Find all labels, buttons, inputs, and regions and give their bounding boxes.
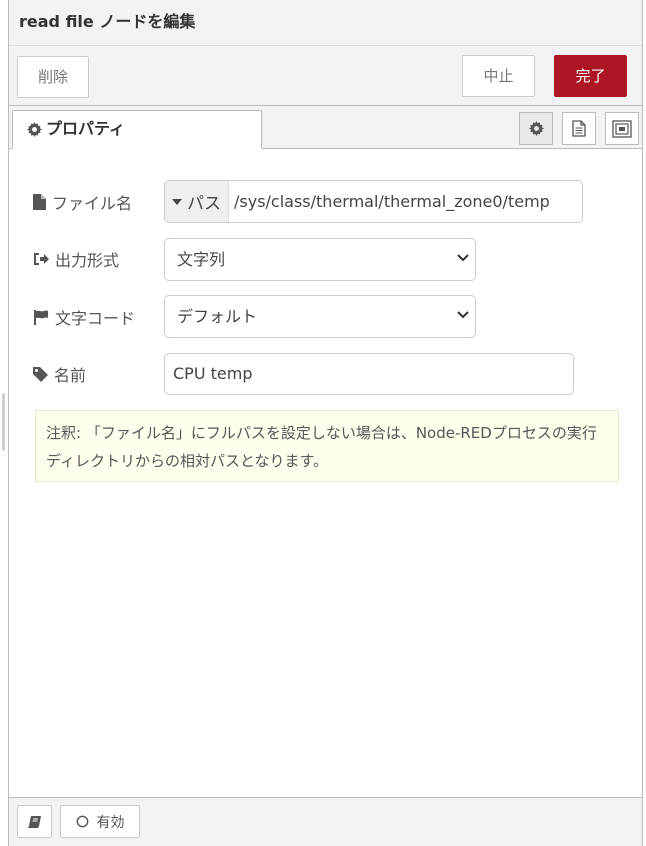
appearance-icon xyxy=(612,119,632,138)
tab-bar: プロパティ xyxy=(9,106,642,149)
tab-properties-label: プロパティ xyxy=(46,119,126,138)
file-icon xyxy=(33,194,46,210)
filename-label: ファイル名 xyxy=(33,190,132,214)
gear-icon xyxy=(27,122,42,137)
edit-tray: read file ノードを編集 削除 中止 完了 プロパティ ファイル名 パス… xyxy=(8,0,643,846)
cancel-button[interactable]: 中止 xyxy=(462,55,535,97)
description-icon xyxy=(572,120,586,137)
encoding-select[interactable]: デフォルト xyxy=(164,295,476,338)
filename-field: パス /sys/class/thermal/thermal_zone0/temp xyxy=(164,180,583,223)
properties-tab-button[interactable] xyxy=(519,112,553,145)
filename-input[interactable]: /sys/class/thermal/thermal_zone0/temp xyxy=(234,181,550,222)
delete-button[interactable]: 削除 xyxy=(17,56,89,98)
resize-handle[interactable] xyxy=(2,393,5,451)
done-button[interactable]: 完了 xyxy=(554,55,627,97)
chevron-down-icon xyxy=(457,254,469,262)
appearance-tab-button[interactable] xyxy=(605,112,639,145)
description-tab-button[interactable] xyxy=(562,112,596,145)
tab-properties[interactable]: プロパティ xyxy=(12,110,262,149)
name-label: 名前 xyxy=(33,362,86,386)
dialog-footer: 有効 xyxy=(9,797,642,846)
name-input[interactable]: CPU temp xyxy=(164,353,574,395)
flag-icon xyxy=(34,309,48,325)
help-button[interactable] xyxy=(17,805,52,838)
gear-icon xyxy=(528,121,544,136)
book-icon xyxy=(27,815,41,828)
enabled-toggle[interactable]: 有効 xyxy=(60,805,140,838)
format-label: 出力形式 xyxy=(33,247,119,271)
caret-down-icon xyxy=(172,198,182,205)
dialog-toolbar: 削除 中止 完了 xyxy=(9,46,642,106)
circle-icon xyxy=(76,815,88,828)
chevron-down-icon xyxy=(457,311,469,319)
encoding-label: 文字コード xyxy=(33,305,135,329)
dialog-title: read file ノードを編集 xyxy=(9,0,642,46)
tag-icon xyxy=(33,366,48,382)
path-type-selector[interactable]: パス xyxy=(165,181,229,222)
sign-out-icon xyxy=(34,253,49,265)
tip-box: 注釈: 「ファイル名」にフルパスを設定しない場合は、Node-REDプロセスの実… xyxy=(35,410,619,482)
format-select[interactable]: 文字列 xyxy=(164,238,476,281)
